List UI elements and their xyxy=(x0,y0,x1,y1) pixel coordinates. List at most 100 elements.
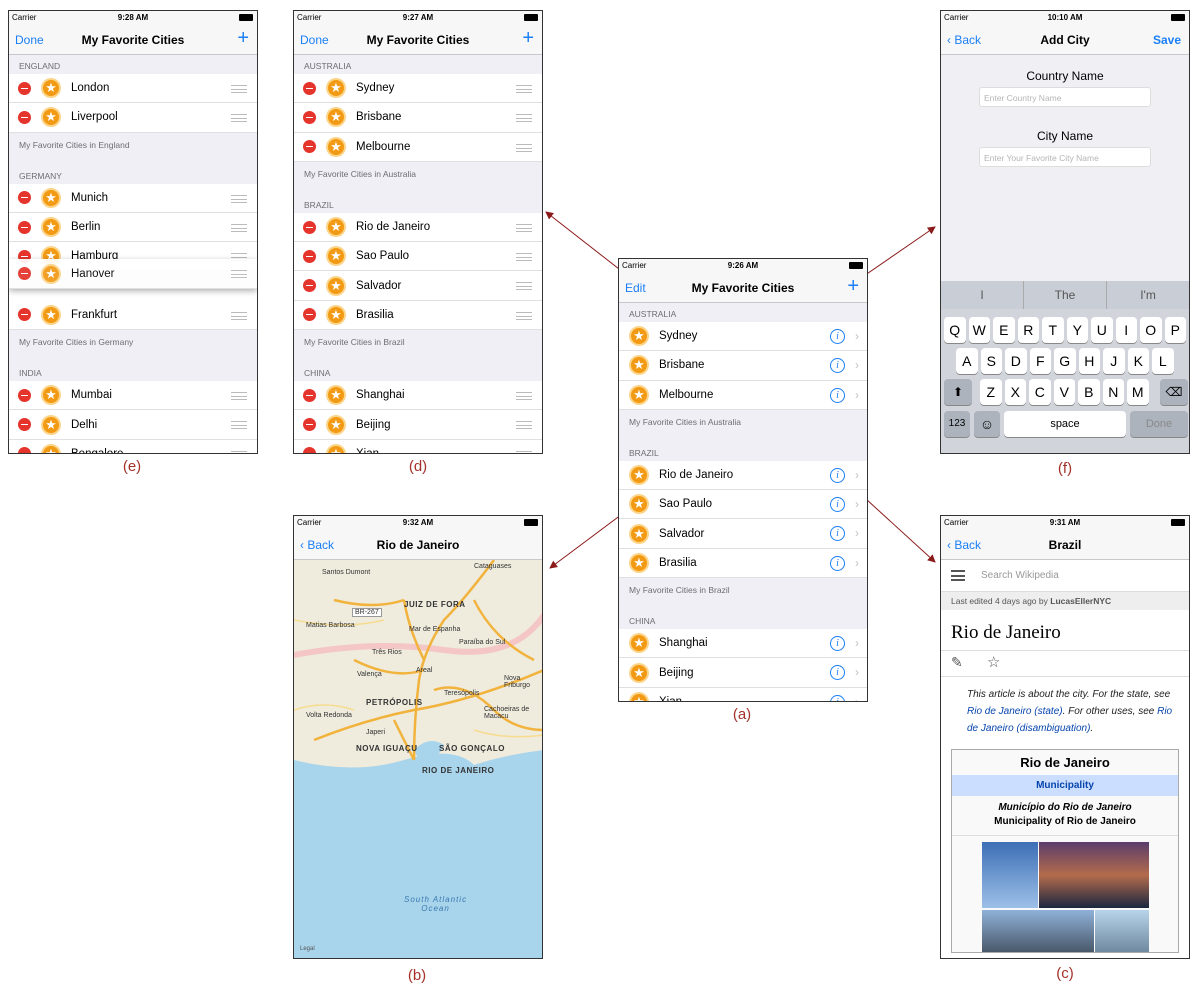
infobox-type[interactable]: Municipality xyxy=(952,775,1178,796)
reorder-icon[interactable] xyxy=(516,392,532,401)
reorder-icon[interactable] xyxy=(231,114,247,123)
info-icon[interactable]: i xyxy=(830,329,845,344)
list-item[interactable]: ★ Xian xyxy=(294,439,542,453)
reorder-icon[interactable] xyxy=(231,194,247,203)
delete-icon[interactable] xyxy=(303,220,316,234)
backspace-icon[interactable]: ⌫ xyxy=(1160,379,1188,405)
reorder-icon[interactable] xyxy=(231,223,247,232)
list-item[interactable]: ★ Xian i › xyxy=(619,687,867,701)
key-s[interactable]: S xyxy=(980,348,1002,374)
list-item[interactable]: ★ Salvador xyxy=(294,271,542,301)
delete-icon[interactable] xyxy=(18,308,31,322)
list-item[interactable]: ★ Shanghai i › xyxy=(619,629,867,659)
key-j[interactable]: J xyxy=(1103,348,1125,374)
reorder-icon[interactable] xyxy=(231,85,247,93)
reorder-icon[interactable] xyxy=(516,282,532,291)
reorder-icon[interactable] xyxy=(231,450,247,453)
delete-icon[interactable] xyxy=(303,279,316,293)
key-a[interactable]: A xyxy=(956,348,978,374)
key-w[interactable]: W xyxy=(968,317,990,343)
key-e[interactable]: E xyxy=(993,317,1015,343)
delete-icon[interactable] xyxy=(18,191,31,205)
add-button[interactable]: + xyxy=(237,28,249,48)
key-o[interactable]: O xyxy=(1140,317,1162,343)
save-button[interactable]: Save xyxy=(1153,33,1181,47)
list-item[interactable]: ★ Rio de Janeiro i › xyxy=(619,460,867,491)
key-m[interactable]: M xyxy=(1127,379,1149,405)
info-icon[interactable]: i xyxy=(830,526,845,542)
delete-icon[interactable] xyxy=(303,388,316,402)
list-item[interactable]: ★ Salvador i › xyxy=(619,519,867,549)
info-icon[interactable]: i xyxy=(830,694,845,701)
key-n[interactable]: N xyxy=(1102,379,1124,405)
reorder-icon[interactable] xyxy=(516,253,532,262)
key-c[interactable]: C xyxy=(1029,379,1051,405)
info-icon[interactable]: i xyxy=(830,497,845,513)
country-field[interactable]: Enter Country Name xyxy=(979,87,1151,107)
list-item[interactable]: ★ Mumbai xyxy=(9,381,257,411)
list-item[interactable]: ★ Sao Paulo xyxy=(294,242,542,272)
info-icon[interactable]: i xyxy=(830,636,845,652)
list-item[interactable]: ★ Sao Paulo i › xyxy=(619,490,867,520)
list-item[interactable]: ★ London xyxy=(9,74,257,104)
list-item[interactable]: ★ Sydney i › xyxy=(619,322,867,352)
info-icon[interactable]: i xyxy=(830,467,845,483)
list-item[interactable]: ★ Shanghai xyxy=(294,381,542,411)
edit-pencil-icon[interactable]: ✎ xyxy=(951,654,963,671)
reorder-icon[interactable] xyxy=(516,450,532,453)
emoji-icon[interactable]: ☺ xyxy=(974,411,1000,437)
list-item[interactable]: ★ Brisbane xyxy=(294,103,542,133)
map-view[interactable]: Cataguases Santos Dumont JUIZ DE FORA BR-26… xyxy=(294,560,542,958)
delete-icon[interactable] xyxy=(18,267,31,281)
key-l[interactable]: L xyxy=(1152,348,1174,374)
key-q[interactable]: Q xyxy=(944,317,966,343)
info-icon[interactable]: i xyxy=(830,665,845,681)
editor-link[interactable]: LucasEllerNYC xyxy=(1050,596,1111,606)
list-item[interactable]: ★ Bengalore xyxy=(9,439,257,453)
state-link[interactable]: Rio de Janeiro (state) xyxy=(967,706,1063,717)
reorder-icon[interactable] xyxy=(516,114,532,123)
legal-link[interactable]: Legal xyxy=(300,946,315,952)
reorder-icon[interactable] xyxy=(231,311,247,320)
list-item[interactable]: ★ Beijing xyxy=(294,410,542,440)
list-item[interactable]: ★ Sydney xyxy=(294,74,542,104)
list-item[interactable]: ★ Brasilia xyxy=(294,300,542,331)
delete-icon[interactable] xyxy=(18,447,31,453)
reorder-icon[interactable] xyxy=(231,421,247,430)
suggestion-item[interactable]: I xyxy=(941,281,1024,309)
delete-icon[interactable] xyxy=(18,81,31,95)
reorder-icon[interactable] xyxy=(516,223,532,232)
city-field[interactable]: Enter Your Favorite City Name xyxy=(979,147,1151,167)
key-h[interactable]: H xyxy=(1078,348,1100,374)
key-k[interactable]: K xyxy=(1127,348,1149,374)
key-y[interactable]: Y xyxy=(1066,317,1088,343)
key-g[interactable]: G xyxy=(1054,348,1076,374)
reorder-icon[interactable] xyxy=(516,143,532,152)
list-item[interactable]: ★ Rio de Janeiro xyxy=(294,212,542,243)
delete-icon[interactable] xyxy=(303,447,316,453)
key-p[interactable]: P xyxy=(1164,317,1186,343)
add-button[interactable]: + xyxy=(847,276,859,296)
list-item[interactable]: ★ Melbourne i › xyxy=(619,380,867,410)
delete-icon[interactable] xyxy=(303,249,316,263)
space-key[interactable]: space xyxy=(1004,411,1126,437)
star-icon[interactable]: ☆ xyxy=(987,653,1000,671)
key-z[interactable]: Z xyxy=(980,379,1002,405)
delete-icon[interactable] xyxy=(303,110,316,124)
dragging-item[interactable]: ★ Hanover xyxy=(9,259,257,289)
list-item[interactable]: ★ Brisbane i › xyxy=(619,351,867,381)
delete-icon[interactable] xyxy=(18,418,31,432)
delete-icon[interactable] xyxy=(18,388,31,402)
key-i[interactable]: I xyxy=(1115,317,1137,343)
list-item[interactable]: ★ Delhi xyxy=(9,410,257,440)
delete-icon[interactable] xyxy=(18,110,31,124)
delete-icon[interactable] xyxy=(18,220,31,234)
reorder-icon[interactable] xyxy=(516,421,532,430)
done-key[interactable]: Done xyxy=(1130,411,1188,437)
suggestion-item[interactable]: The xyxy=(1024,281,1107,309)
list-item[interactable]: ★ Frankfurt xyxy=(9,300,257,331)
search-input[interactable]: Search Wikipedia xyxy=(981,570,1059,581)
list-item[interactable]: ★ Beijing i › xyxy=(619,658,867,688)
suggestion-item[interactable]: I'm xyxy=(1107,281,1189,309)
key-r[interactable]: R xyxy=(1017,317,1039,343)
